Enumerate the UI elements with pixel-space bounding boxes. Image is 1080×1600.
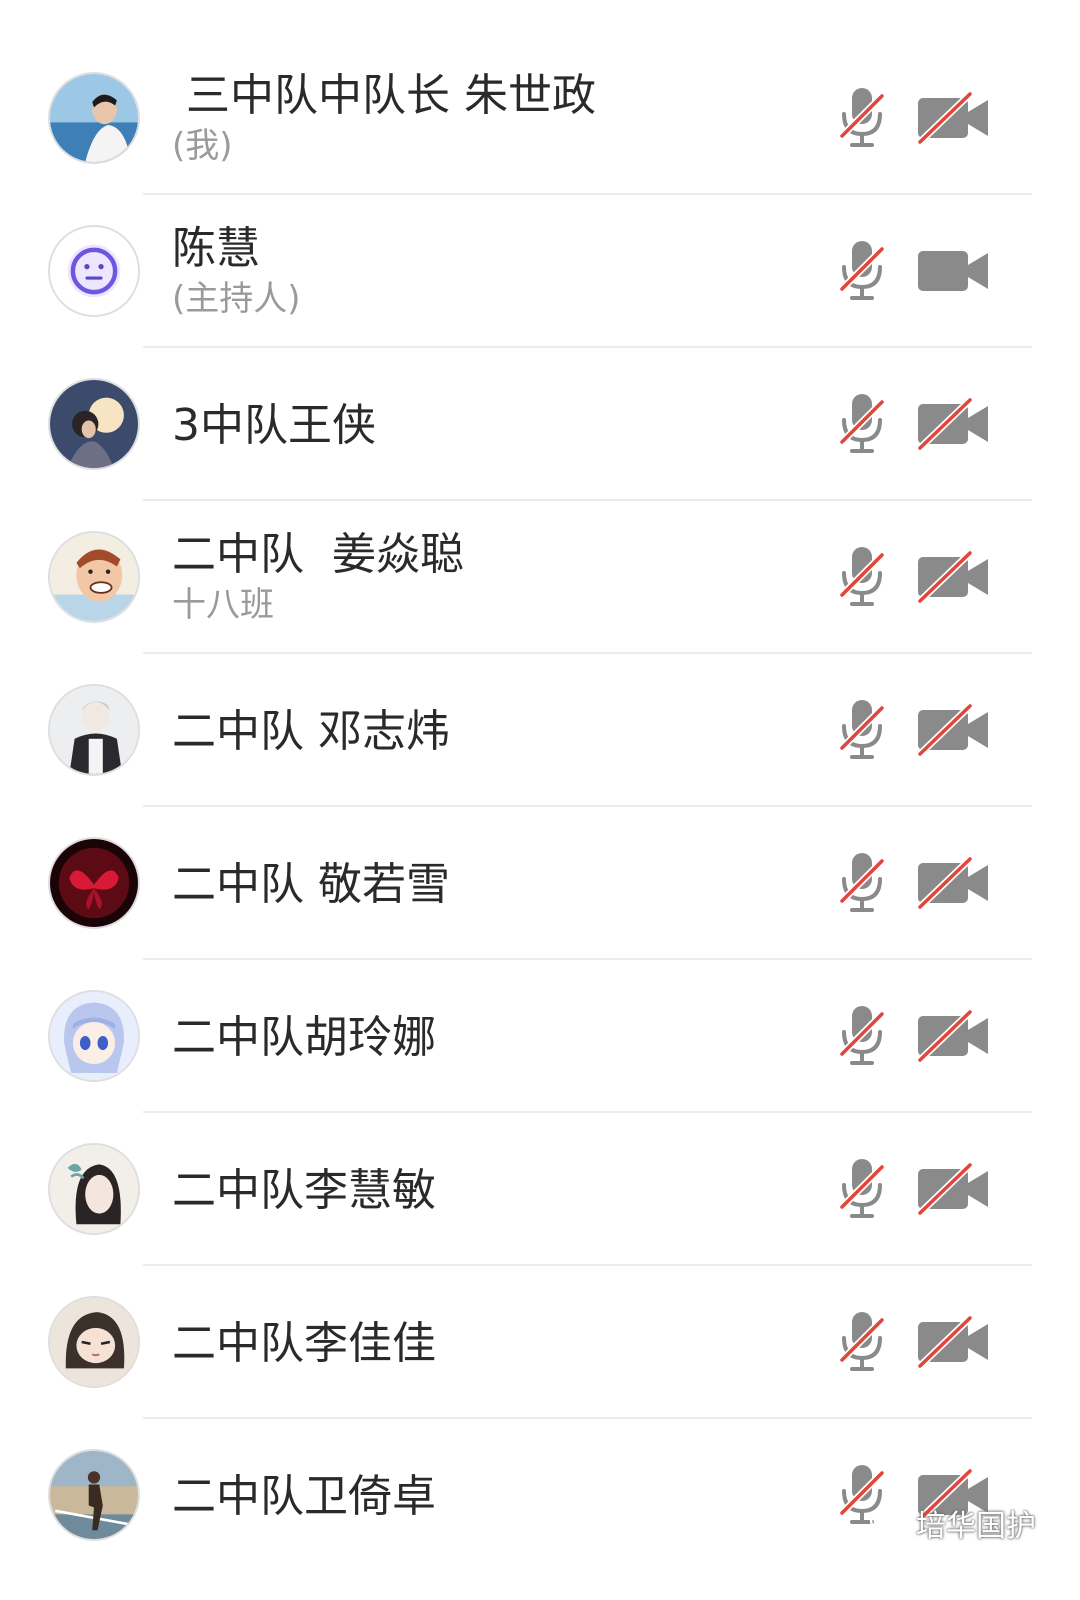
participant-row[interactable]: 二中队 邓志炜 — [0, 654, 1080, 807]
mic-muted-icon[interactable] — [836, 1157, 888, 1221]
participant-row[interactable]: 二中队卫倚卓 — [0, 1419, 1080, 1572]
watermark-text: 培华国护 — [916, 1509, 1036, 1544]
mic-muted-icon[interactable] — [836, 698, 888, 762]
participant-row[interactable]: 二中队胡玲娜 — [0, 960, 1080, 1113]
camera-off-icon[interactable] — [916, 90, 992, 146]
participant-role: (我) — [172, 126, 233, 166]
participant-name: 3中队王侠 — [172, 400, 376, 451]
participant-role: 十八班 — [172, 585, 274, 625]
avatar[interactable] — [48, 1143, 140, 1235]
participant-row[interactable]: 二中队李佳佳 — [0, 1266, 1080, 1419]
participant-name: 三中队中队长 朱世政 — [172, 70, 596, 121]
avatar[interactable] — [48, 225, 140, 317]
participant-name: 二中队胡玲娜 — [172, 1012, 436, 1063]
mic-muted-icon[interactable] — [836, 1310, 888, 1374]
participant-name: 二中队 姜焱聪 — [172, 529, 464, 580]
mic-muted-icon[interactable] — [836, 86, 888, 150]
camera-icon[interactable] — [916, 243, 992, 299]
camera-off-icon[interactable] — [916, 1314, 992, 1370]
wechat-icon — [869, 1507, 906, 1538]
participant-name: 二中队 邓志炜 — [172, 706, 450, 757]
mic-muted-icon[interactable] — [836, 239, 888, 303]
avatar[interactable] — [48, 990, 140, 1082]
mic-muted-icon[interactable] — [836, 1004, 888, 1068]
camera-off-icon[interactable] — [916, 702, 992, 758]
avatar[interactable] — [48, 837, 140, 929]
watermark: 培华国护 — [868, 1500, 1036, 1546]
participant-name: 二中队李佳佳 — [172, 1318, 436, 1369]
participant-row[interactable]: 二中队 姜焱聪十八班 — [0, 501, 1080, 654]
participant-name: 二中队 敬若雪 — [172, 859, 450, 910]
participant-list: 三中队中队长 朱世政 (我) 陈慧 (主持人) 3中队王侠二中队 姜焱聪十八班二中队 邓… — [0, 0, 1080, 1600]
camera-off-icon[interactable] — [916, 396, 992, 452]
camera-off-icon[interactable] — [916, 1161, 992, 1217]
participant-name: 二中队李慧敏 — [172, 1165, 436, 1216]
participant-row[interactable]: 3中队王侠 — [0, 348, 1080, 501]
camera-off-icon[interactable] — [916, 1008, 992, 1064]
participant-name: 二中队卫倚卓 — [172, 1471, 436, 1522]
participant-role: (主持人) — [172, 279, 301, 319]
avatar[interactable] — [48, 531, 140, 623]
mic-muted-icon[interactable] — [836, 545, 888, 609]
participant-row[interactable]: 二中队 敬若雪 — [0, 807, 1080, 960]
camera-off-icon[interactable] — [916, 855, 992, 911]
participant-row[interactable]: 陈慧 (主持人) — [0, 195, 1080, 348]
avatar[interactable] — [48, 378, 140, 470]
participant-row[interactable]: 三中队中队长 朱世政 (我) — [0, 42, 1080, 195]
avatar[interactable] — [48, 684, 140, 776]
participant-name: 陈慧 — [172, 223, 260, 274]
avatar[interactable] — [48, 1449, 140, 1541]
participant-row[interactable]: 二中队李慧敏 — [0, 1113, 1080, 1266]
avatar[interactable] — [48, 72, 140, 164]
camera-off-icon[interactable] — [916, 549, 992, 605]
avatar[interactable] — [48, 1296, 140, 1388]
mic-muted-icon[interactable] — [836, 851, 888, 915]
mic-muted-icon[interactable] — [836, 392, 888, 456]
